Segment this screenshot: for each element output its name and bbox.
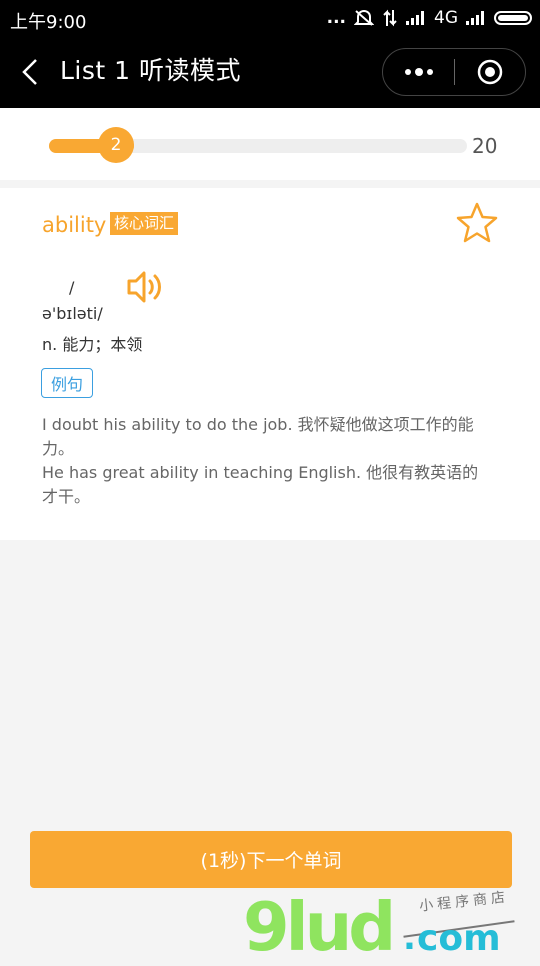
watermark-domain: com — [417, 918, 501, 959]
signal-icon — [406, 11, 424, 25]
network-type: 4G — [434, 8, 458, 28]
progress-knob: 2 — [98, 127, 134, 163]
mini-program-capsule — [382, 48, 526, 96]
watermark-dot: . — [403, 918, 416, 958]
progress-panel: 2 20 — [0, 108, 540, 180]
battery-icon — [494, 11, 532, 25]
signal-2-icon — [466, 11, 484, 25]
phonetic-slash: / — [69, 278, 75, 297]
example-sentence-2: He has great ability in teaching English… — [42, 463, 479, 506]
progress-total: 20 — [472, 134, 498, 158]
next-word-button[interactable]: (1秒)下一个单词 — [30, 831, 512, 888]
status-time: 上午9:00 — [10, 12, 87, 33]
example-sentences: I doubt his ability to do the job. 我怀疑他做… — [42, 413, 492, 509]
more-dots: ... — [326, 8, 346, 28]
page-title: List 1 听读模式 — [60, 56, 242, 85]
status-bar: 上午9:00 ... 4G — [0, 0, 540, 38]
mute-icon — [354, 9, 374, 26]
status-icons: ... 4G — [327, 8, 532, 28]
watermark-subtitle: 小程序商店 — [418, 889, 510, 915]
back-button[interactable] — [16, 54, 44, 90]
star-icon[interactable] — [455, 201, 499, 245]
chevron-left-icon — [22, 59, 37, 85]
more-button[interactable] — [383, 48, 454, 96]
more-icon — [404, 68, 433, 76]
word-meaning: n. 能力；本领 — [42, 335, 143, 354]
word-card: ability 核心词汇 / ə'bɪləti/ n. 能力；本领 例句 I d… — [0, 188, 540, 540]
watermark-logo: 9lud 小程序商店 . com — [243, 888, 533, 966]
example-sentence-1: I doubt his ability to do the job. 我怀疑他做… — [42, 415, 474, 458]
word-text: ability — [42, 213, 107, 237]
close-button[interactable] — [455, 48, 525, 96]
speaker-icon[interactable] — [126, 268, 166, 306]
watermark-main: 9lud — [243, 888, 396, 966]
data-arrows-icon — [383, 9, 397, 27]
nav-bar: List 1 听读模式 — [0, 38, 540, 108]
example-tag: 例句 — [41, 368, 93, 398]
target-icon — [477, 59, 503, 85]
header: 上午9:00 ... 4G List 1 听读模式 — [0, 0, 540, 108]
phonetic-text: ə'bɪləti/ — [42, 304, 103, 323]
core-vocab-tag: 核心词汇 — [110, 212, 179, 235]
